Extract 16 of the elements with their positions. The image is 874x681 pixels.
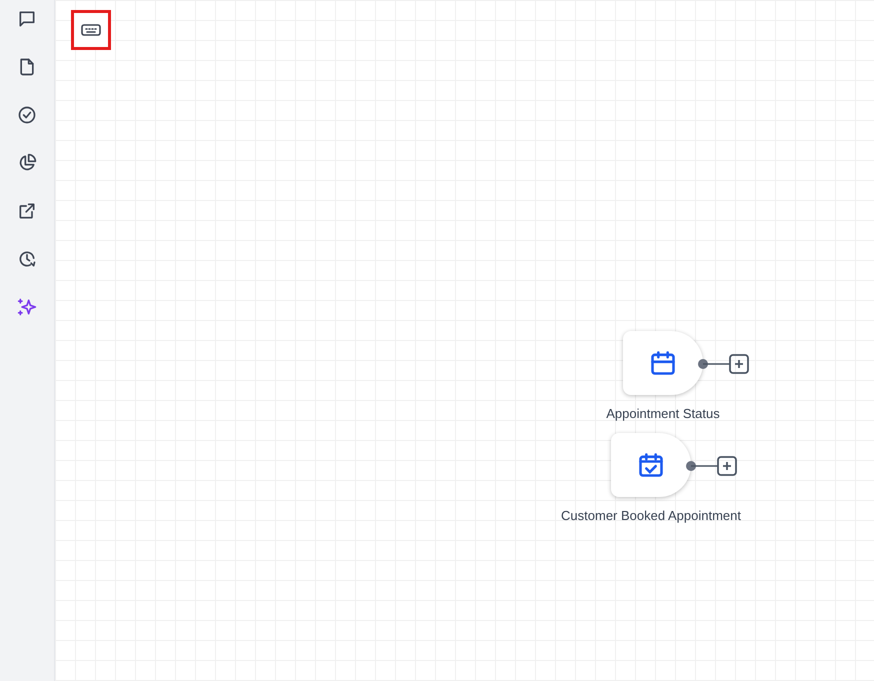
node-label: Appointment Status xyxy=(605,405,721,422)
chat-bubble-icon xyxy=(17,9,37,29)
calendar-check-icon xyxy=(637,451,665,479)
pie-chart-icon xyxy=(17,153,37,173)
node-card[interactable] xyxy=(623,331,703,395)
keyboard-button[interactable] xyxy=(71,10,111,50)
clock-arrow-icon xyxy=(17,249,37,269)
check-circle-icon xyxy=(17,105,37,125)
calendar-icon xyxy=(649,349,677,377)
connector-drawing[interactable] xyxy=(686,455,738,477)
node-label: Customer Booked Appointment xyxy=(560,507,742,524)
sparkle-icon xyxy=(17,297,37,317)
keyboard-icon xyxy=(81,23,101,37)
node-card[interactable] xyxy=(611,433,691,497)
external-link-icon xyxy=(17,201,37,221)
connector-drawing[interactable] xyxy=(698,353,750,375)
